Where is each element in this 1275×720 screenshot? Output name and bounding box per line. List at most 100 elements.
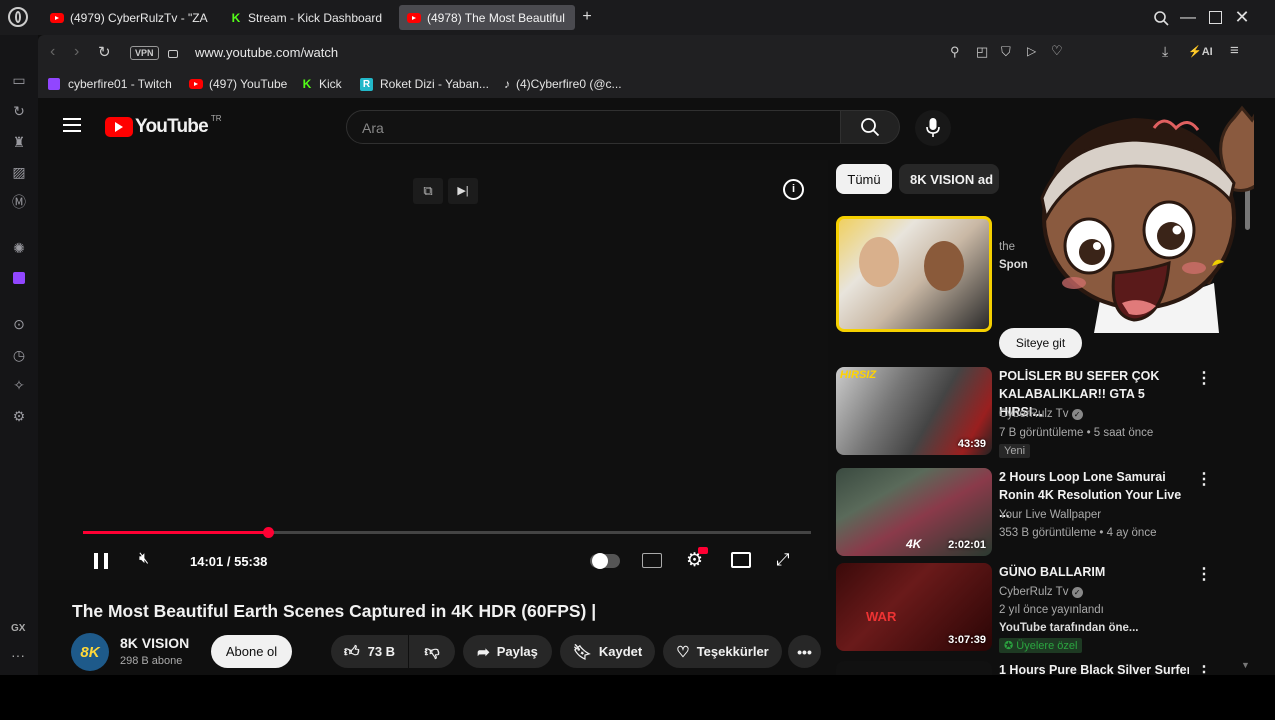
- vpn-badge[interactable]: VPN: [130, 46, 159, 60]
- streamer-cartoon-overlay: [1040, 105, 1254, 333]
- search-input[interactable]: Ara: [346, 110, 841, 144]
- related-menu-icon[interactable]: ⋮: [1196, 662, 1212, 675]
- hamburger-menu-icon[interactable]: [63, 118, 81, 132]
- twitch-icon: [48, 78, 60, 90]
- more-actions-button[interactable]: •••: [788, 635, 821, 668]
- bookmark-youtube[interactable]: (497) YouTube: [189, 74, 287, 94]
- info-icon[interactable]: i: [783, 179, 804, 200]
- lock-icon[interactable]: [168, 50, 178, 58]
- snapshot-icon[interactable]: ◰: [976, 44, 988, 60]
- ai-icon[interactable]: ⚡AI: [1188, 45, 1213, 58]
- easy-setup-icon[interactable]: ≡: [1230, 42, 1239, 59]
- url-text[interactable]: www.youtube.com/watch: [195, 45, 338, 60]
- related-channel[interactable]: Your Live Wallpaper: [999, 506, 1101, 524]
- bookmark-kick[interactable]: K Kick: [301, 74, 342, 94]
- player-icon[interactable]: ⊙: [9, 314, 29, 334]
- wallpaper-icon[interactable]: ▨: [9, 162, 29, 182]
- pause-icon[interactable]: [94, 553, 108, 569]
- more-icon[interactable]: ···: [11, 647, 25, 663]
- badge-label: Üyelere özel: [1016, 640, 1078, 652]
- chip-label: 8K VISION ad: [910, 171, 994, 187]
- theater-mode-icon[interactable]: [731, 552, 751, 568]
- chatgpt-icon[interactable]: ✺: [9, 238, 29, 258]
- related-menu-icon[interactable]: ⋮: [1196, 368, 1212, 388]
- download-icon[interactable]: ⤓: [1162, 43, 1168, 60]
- gx-control-icon[interactable]: ▭: [9, 70, 29, 90]
- next-video-icon[interactable]: ▶|: [448, 178, 478, 204]
- music-player-icon[interactable]: Ⓜ: [9, 192, 29, 212]
- related-title[interactable]: 1 Hours Pure Black Silver Surfer: [999, 661, 1189, 675]
- sponsored-thumbnail[interactable]: [836, 216, 992, 332]
- tab-cyberrulztv[interactable]: (4979) CyberRulzTv - "ZA: [42, 5, 214, 30]
- fullscreen-icon[interactable]: ⤢: [776, 550, 790, 570]
- subtitles-icon[interactable]: [642, 553, 662, 568]
- related-menu-icon[interactable]: ⋮: [1196, 564, 1212, 584]
- settings-gear-icon[interactable]: ⚙: [9, 406, 29, 426]
- related-channel[interactable]: CyberRulz Tv ✓: [999, 583, 1083, 601]
- miniplayer-icon[interactable]: ⧉: [413, 178, 443, 204]
- pin-icon[interactable]: ⚲: [950, 44, 960, 60]
- mute-icon[interactable]: 🔇︎: [139, 550, 149, 568]
- twitch-icon[interactable]: [9, 268, 29, 288]
- bookmark-tiktok[interactable]: ♪ (4)Cyberfire0 (@c...: [504, 74, 622, 94]
- heart-icon[interactable]: ♡: [1051, 43, 1063, 59]
- related-thumbnail[interactable]: WAR 3:07:39: [836, 563, 992, 651]
- back-arrow-icon[interactable]: ‹: [50, 43, 55, 61]
- related-thumbnail[interactable]: HIRSIZ 43:39: [836, 367, 992, 455]
- thanks-button[interactable]: ♡ Teşekkürler: [663, 635, 782, 668]
- channel-avatar[interactable]: 8K: [71, 633, 109, 671]
- progress-bar-fill: [83, 531, 268, 534]
- kick-icon: K: [302, 77, 312, 91]
- share-button[interactable]: ➦ Paylaş: [463, 635, 552, 668]
- speed-dial-icon[interactable]: ↻: [9, 101, 29, 121]
- related-menu-icon[interactable]: ⋮: [1196, 469, 1212, 489]
- scroll-down-arrow-icon[interactable]: ▼: [1241, 660, 1250, 670]
- autoplay-toggle[interactable]: [590, 553, 620, 569]
- extensions-icon[interactable]: ✧: [9, 375, 29, 395]
- related-thumbnail[interactable]: [836, 661, 992, 675]
- related-thumbnail[interactable]: 4K 2:02:01: [836, 468, 992, 556]
- play-icon[interactable]: ▷: [1027, 44, 1036, 58]
- subscribe-label: Abone ol: [225, 644, 278, 659]
- save-button[interactable]: 🔖︎ Kaydet: [560, 635, 655, 668]
- video-player[interactable]: ⧉ ▶| i: [38, 160, 828, 580]
- related-channel[interactable]: CyberRulz Tv ✓: [999, 405, 1083, 423]
- progress-bar[interactable]: [83, 527, 811, 538]
- search-tabs-icon[interactable]: [1148, 5, 1174, 30]
- youtube-logo[interactable]: YouTube TR: [105, 114, 222, 138]
- scrubber-handle[interactable]: [262, 527, 274, 538]
- history-icon[interactable]: ◷: [9, 345, 29, 365]
- gx-corner-icon[interactable]: ♜: [9, 132, 29, 152]
- browser-sidebar: ▭ ↻ ♜ ▨ Ⓜ ✺ ⊙ ◷ ✧ ⚙ GX ···: [0, 35, 38, 720]
- dislike-button[interactable]: 👎︎: [409, 635, 455, 668]
- tab-kick-dashboard[interactable]: K Stream - Kick Dashboard: [222, 5, 392, 30]
- bookmark-icon: 🔖︎: [572, 643, 592, 661]
- bookmark-roket-dizi[interactable]: R Roket Dizi - Yaban...: [360, 74, 489, 94]
- chip-all[interactable]: Tümü: [836, 164, 892, 194]
- thumbs-up-icon: 👍︎: [343, 642, 360, 660]
- members-only-badge: ✪ Üyelere özel: [999, 638, 1083, 653]
- tab-youtube-active[interactable]: (4978) The Most Beautiful: [399, 5, 575, 30]
- subscribe-button[interactable]: Abone ol: [211, 635, 292, 668]
- new-badge: Yeni: [999, 444, 1031, 458]
- avatar-text: 8K: [80, 643, 100, 661]
- like-button[interactable]: 👍︎ 73 B: [331, 635, 408, 668]
- forward-arrow-icon[interactable]: ›: [74, 43, 79, 61]
- bookmark-twitch[interactable]: cyberfire01 - Twitch: [48, 74, 172, 94]
- reload-icon[interactable]: ↻: [98, 43, 111, 61]
- channel-name[interactable]: 8K VISION: [120, 635, 189, 651]
- settings-gear-icon[interactable]: ⚙: [686, 547, 708, 572]
- close-icon[interactable]: ✕: [1229, 5, 1255, 30]
- related-title[interactable]: GÜNO BALLARIM: [999, 563, 1189, 581]
- thumbnail-overlay-text: 4K: [906, 537, 922, 551]
- search-button[interactable]: [841, 110, 900, 144]
- minimize-icon[interactable]: —: [1175, 5, 1201, 30]
- voice-search-button[interactable]: [915, 110, 951, 146]
- gx-label: GX: [11, 623, 26, 634]
- shield-icon[interactable]: ⛉: [1001, 44, 1011, 60]
- maximize-icon[interactable]: [1202, 5, 1228, 30]
- opera-gx-menu-icon[interactable]: [8, 7, 28, 27]
- new-tab-plus-icon[interactable]: +: [579, 9, 595, 25]
- tiktok-icon: ♪: [504, 77, 510, 91]
- youtube-logo-text: YouTube: [135, 116, 209, 137]
